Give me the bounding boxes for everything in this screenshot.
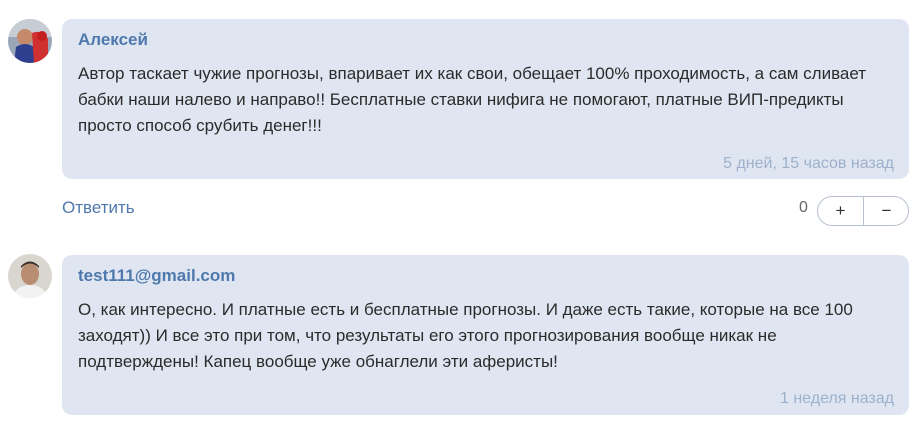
avatar-image [8,254,52,298]
comment-timestamp: 1 неделя назад [780,390,894,407]
avatar[interactable] [8,254,52,298]
comment-item: test111@gmail.com О, как интересно. И пл… [0,0,917,428]
comment-bubble: test111@gmail.com О, как интересно. И пл… [62,255,909,415]
comment-author[interactable]: test111@gmail.com [78,266,235,286]
comment-text: О, как интересно. И платные есть и беспл… [78,300,853,371]
